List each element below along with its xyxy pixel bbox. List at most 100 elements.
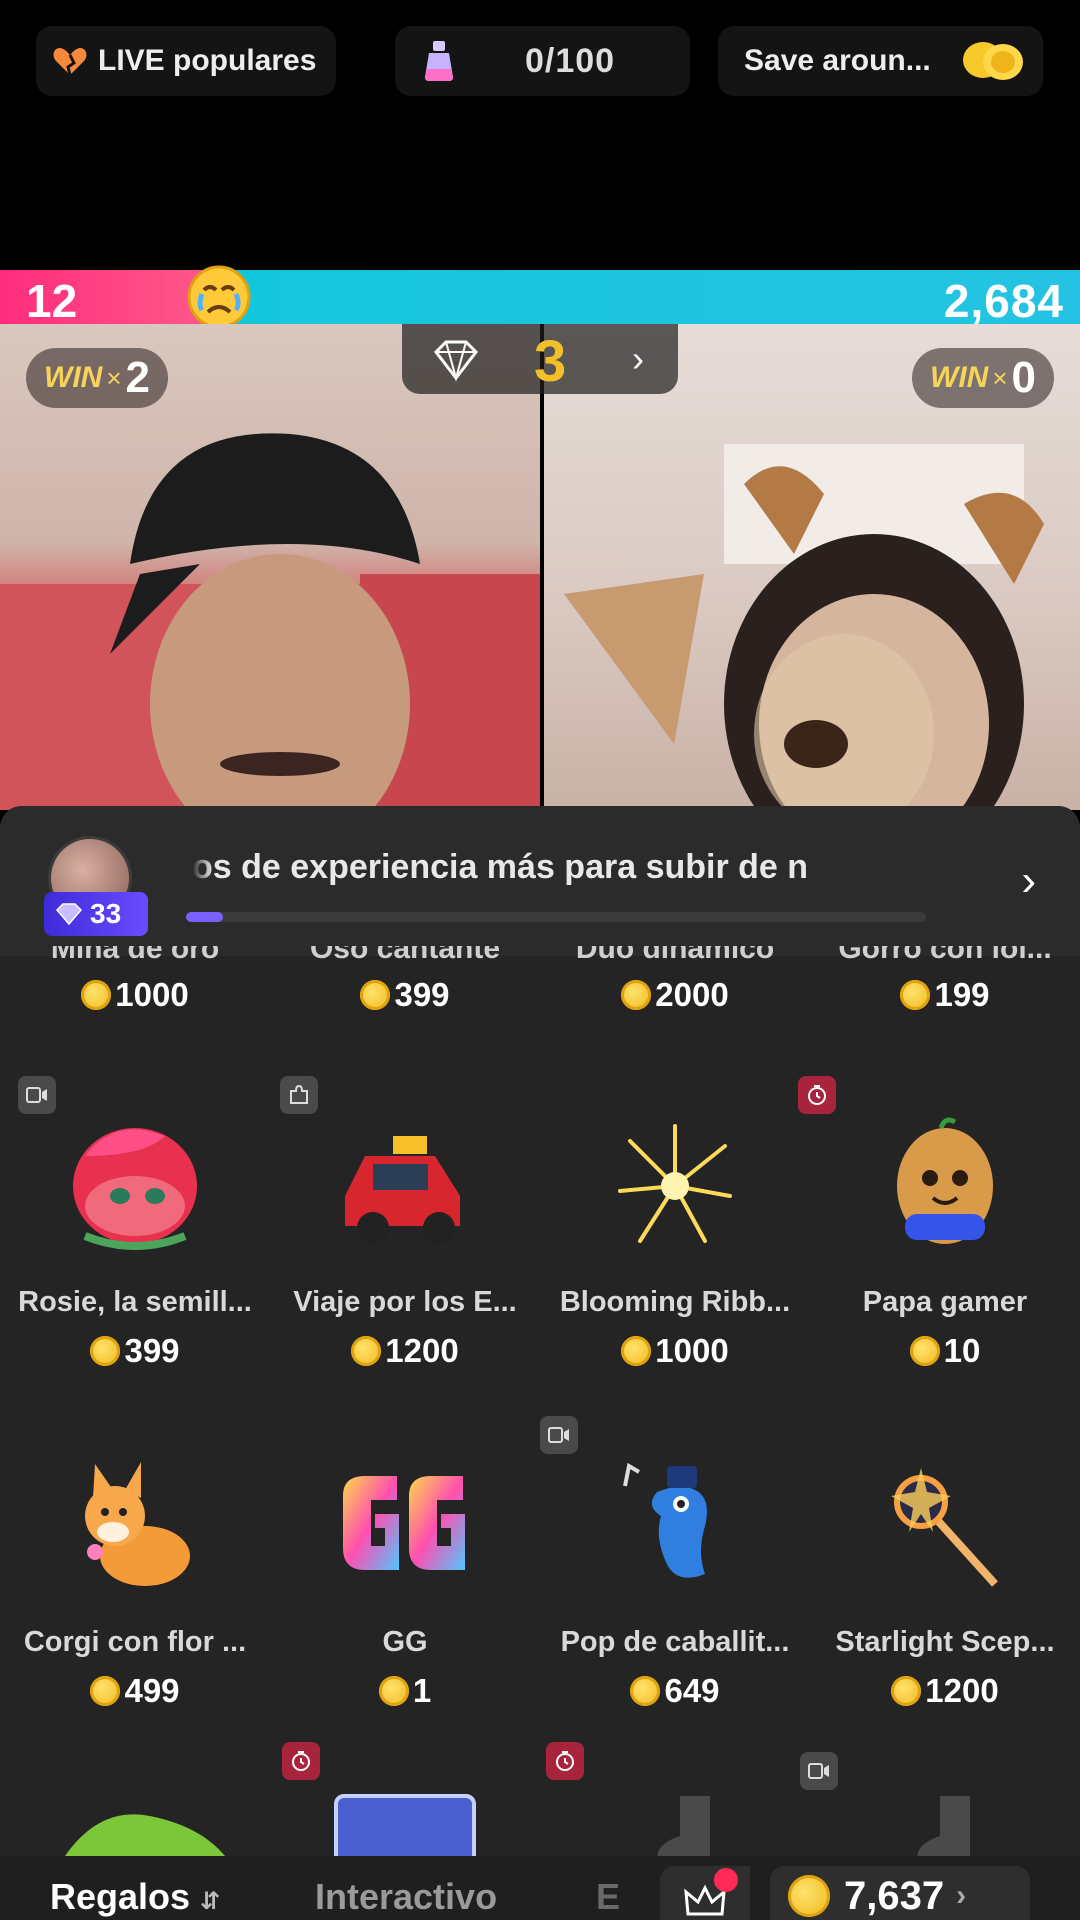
diamond-icon: [55, 903, 83, 926]
experience-progress-fill: [186, 912, 223, 922]
coin-icon: [788, 1875, 830, 1917]
gift-name: Starlight Scep...: [835, 1626, 1055, 1658]
right-win-mult: ×: [992, 362, 1008, 393]
coin-icon: [621, 1336, 652, 1366]
diamond-trophy-icon: [434, 340, 478, 382]
sort-arrows-icon: ⇵: [200, 1888, 221, 1915]
price-value: 1000: [115, 976, 189, 1013]
gift-name: Oso cantante: [309, 946, 501, 965]
gift-item-starlight-scepter[interactable]: Starlight Scep... 1200: [810, 1416, 1080, 1756]
coin-icon: [900, 980, 931, 1010]
rosie-gift-icon: [73, 1128, 197, 1250]
gift-price[interactable]: 2000: [540, 976, 810, 1014]
save-around-button[interactable]: Save aroun...: [718, 26, 1043, 96]
right-win-label: WIN: [930, 361, 989, 394]
gift-counter[interactable]: 0/100: [395, 26, 690, 96]
gift-price: 649: [540, 1672, 810, 1710]
level-badge: 33: [44, 892, 148, 936]
experience-banner[interactable]: 33 os de experiencia más para subir de n…: [0, 806, 1080, 956]
level-number: 33: [90, 898, 122, 929]
video-icon: [800, 1752, 838, 1790]
coin-icon: [621, 980, 652, 1010]
partial-gift-row: [0, 1736, 1080, 1866]
video-icon: [540, 1416, 578, 1454]
gift-item-seahorse-pop[interactable]: Pop de caballit... 649: [540, 1416, 810, 1756]
price-value: 399: [394, 976, 450, 1013]
price-value: 1200: [385, 1332, 459, 1369]
coins-icon: [963, 42, 1023, 80]
gift-price[interactable]: 199: [810, 976, 1080, 1014]
red-car-gift-icon: [345, 1136, 460, 1244]
gift-item-gg[interactable]: GG 1: [270, 1416, 540, 1756]
left-host-video[interactable]: WIN × 2: [0, 324, 540, 810]
price-value: 1000: [655, 1332, 729, 1369]
gift-price: 1200: [270, 1332, 540, 1370]
price-value: 1: [412, 1672, 432, 1709]
tab-interactive[interactable]: Interactivo: [315, 1876, 497, 1918]
corgi-gift-icon: [85, 1462, 190, 1586]
left-win-label: WIN: [44, 361, 103, 394]
gift-price: 399: [0, 1332, 270, 1370]
timer-icon: [546, 1742, 584, 1780]
right-score: 2,684: [943, 275, 1064, 327]
right-host-video[interactable]: WIN × 0: [544, 324, 1080, 810]
live-popular-button[interactable]: LIVE populares: [36, 26, 336, 96]
chevron-right-icon: ›: [956, 1879, 967, 1912]
crown-button[interactable]: [660, 1866, 750, 1920]
coin-icon: [909, 1336, 940, 1366]
fireworks-gift-icon: [618, 1124, 732, 1243]
timer-icon: [798, 1076, 836, 1114]
left-score: 12: [26, 275, 78, 327]
round-number: 3: [534, 329, 567, 394]
tab-gifts[interactable]: Regalos ⇵: [50, 1876, 220, 1918]
gift-item-viaje[interactable]: Viaje por los E... 1200: [270, 1076, 540, 1416]
potato-gamer-gift-icon: [897, 1117, 993, 1244]
gift-name: Viaje por los E...: [293, 1286, 517, 1318]
gift-name: Pop de caballit...: [560, 1626, 790, 1658]
gift-name: Gorro con lol...: [838, 946, 1052, 965]
bottom-tab-bar: Regalos ⇵ Interactivo E 7,637 ›: [0, 1856, 1080, 1920]
timer-icon: [282, 1742, 320, 1780]
save-label: Save aroun...: [744, 44, 931, 77]
price-value: 649: [664, 1672, 720, 1709]
tab-more[interactable]: E: [596, 1876, 620, 1918]
gift-panel: 33 os de experiencia más para subir de n…: [0, 806, 1080, 1920]
coin-balance-button[interactable]: 7,637 ›: [770, 1866, 1030, 1920]
coin-icon: [351, 1336, 382, 1366]
gift-price[interactable]: 399: [270, 976, 540, 1014]
coin-icon: [90, 1676, 121, 1706]
gift-name: Papa gamer: [862, 1286, 1028, 1318]
gift-item-blooming-ribbons[interactable]: Blooming Ribb... 1000: [540, 1076, 810, 1416]
chevron-right-icon[interactable]: ›: [1021, 856, 1036, 906]
gift-price: 1: [270, 1672, 540, 1710]
coin-balance: 7,637: [844, 1873, 945, 1918]
crying-emoji-icon: [187, 265, 251, 329]
price-value: 1200: [925, 1672, 999, 1709]
gift-price: 10: [810, 1332, 1080, 1370]
boot-gift-icon: [917, 1796, 970, 1866]
left-win-count: 2: [125, 353, 150, 402]
seahorse-gift-icon: [623, 1462, 707, 1578]
coin-icon: [630, 1676, 661, 1706]
gift-name: Dúo dinámico: [575, 946, 775, 965]
puzzle-icon: [280, 1076, 318, 1114]
price-value: 399: [124, 1332, 180, 1369]
gift-name: GG: [382, 1626, 428, 1658]
battle-video-area: WIN × 2 WIN × 0 3 ›: [0, 324, 1080, 810]
live-popular-label: LIVE populares: [98, 44, 317, 77]
round-indicator[interactable]: 3 ›: [402, 324, 678, 394]
price-value: 499: [124, 1672, 180, 1709]
top-bar: LIVE populares 0/100 Save aroun...: [0, 0, 1080, 270]
gift-item-papa-gamer[interactable]: Papa gamer 10: [798, 1076, 1080, 1416]
coin-icon: [81, 980, 112, 1010]
tab-more-label: E: [596, 1876, 621, 1917]
coin-icon: [90, 1336, 121, 1366]
price-value: 199: [934, 976, 990, 1013]
gift-item-corgi[interactable]: Corgi con flor ... 499: [0, 1416, 270, 1756]
gift-price: 1000: [540, 1332, 810, 1370]
gift-item-rosie[interactable]: Rosie, la semill... 399: [0, 1076, 270, 1416]
video-icon: [18, 1076, 56, 1114]
chevron-right-icon: ›: [632, 338, 644, 379]
gift-price[interactable]: 1000: [0, 976, 270, 1014]
gift-name: Blooming Ribb...: [559, 1286, 791, 1318]
